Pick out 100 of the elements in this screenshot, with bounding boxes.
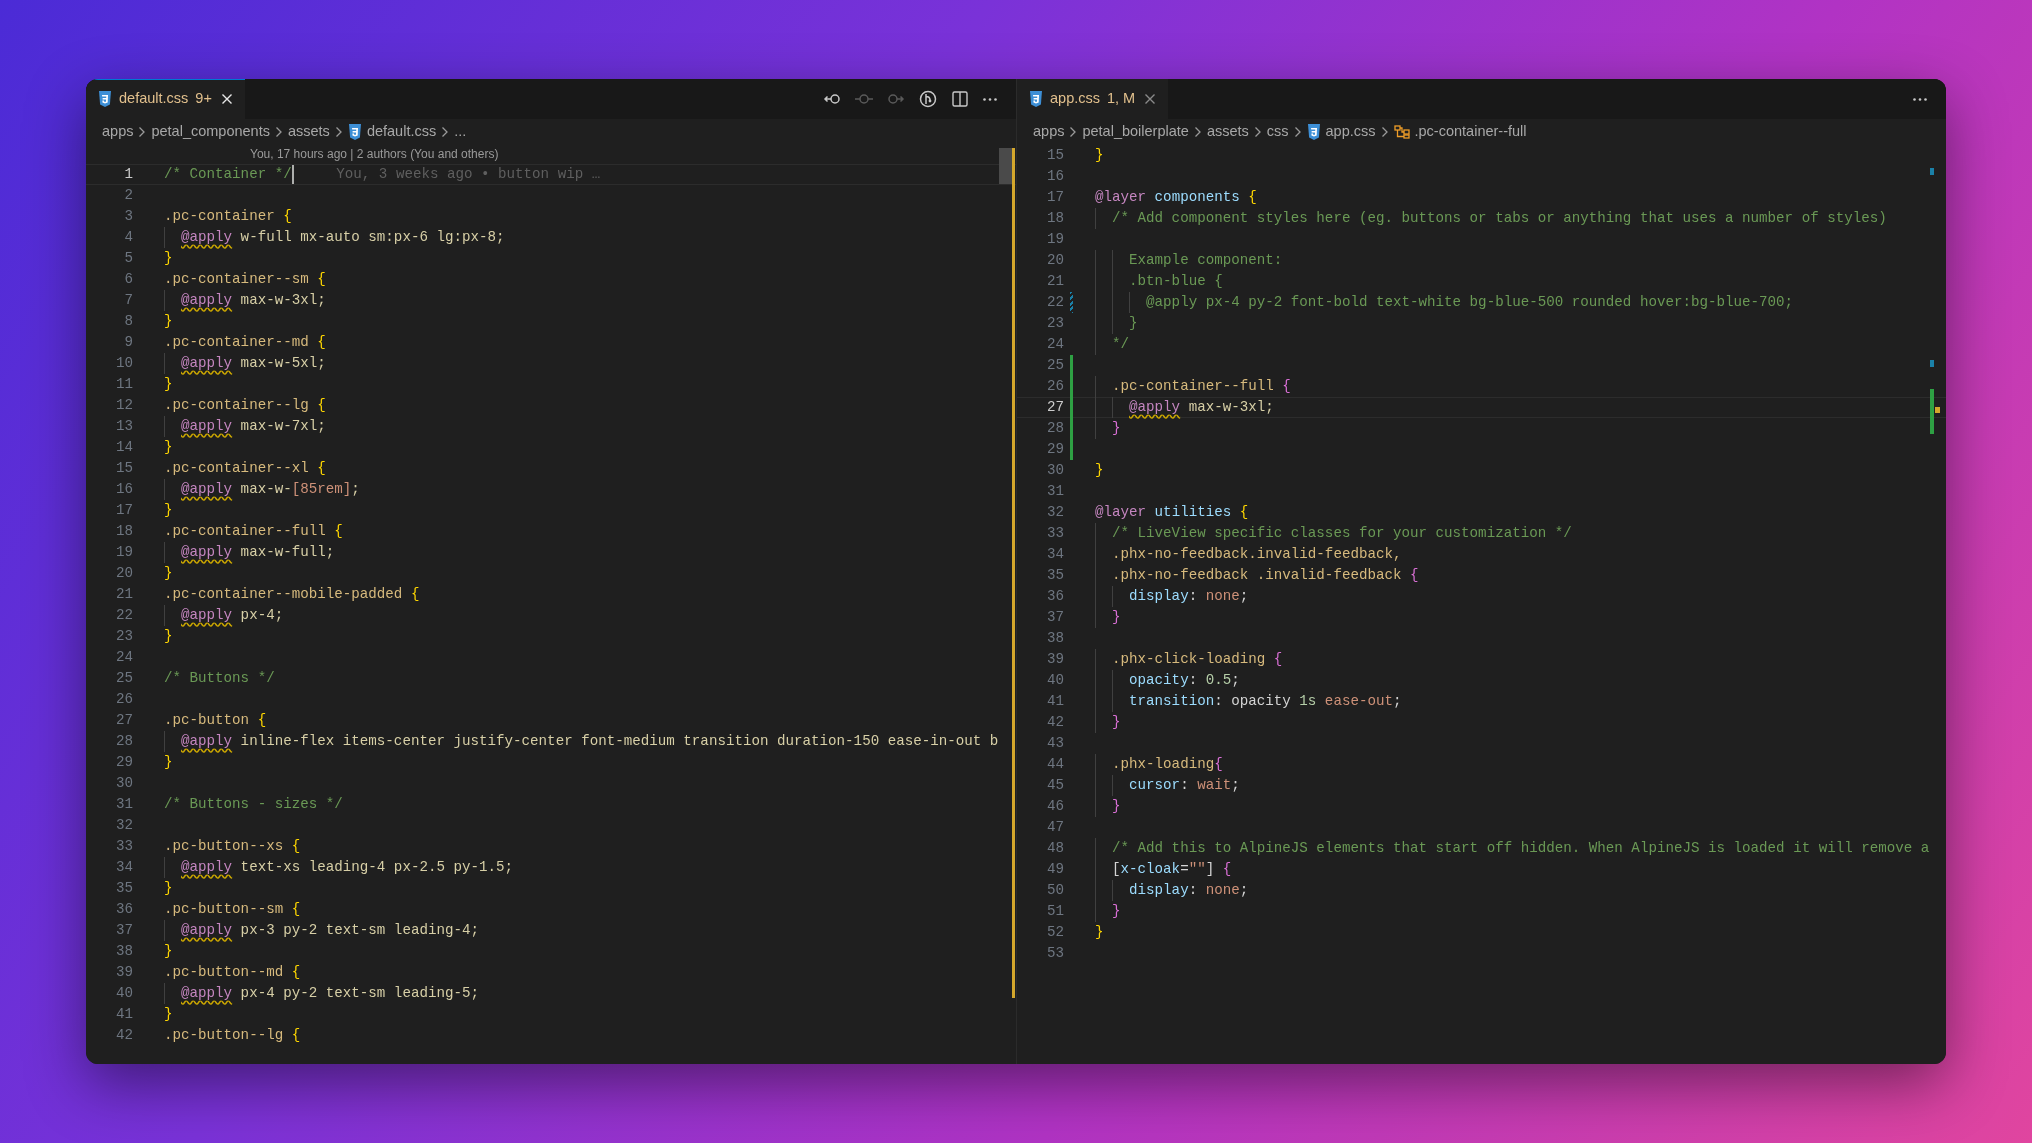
line-number: 15 [114,459,133,478]
code-line: .btn-blue { [1129,272,1223,291]
breadcrumb-item[interactable]: apps [1033,121,1065,143]
line-number: 20 [114,564,133,583]
code-line: /* Add component styles here (eg. buttons or tabs or anything that uses a number of styles) [1112,209,1887,228]
scrollbar-thumb[interactable] [999,148,1013,184]
code-line: /* Container */ [164,165,292,184]
breadcrumb-item[interactable]: apps [102,121,134,143]
line-number: 3 [123,207,133,226]
line-number: 5 [123,249,133,268]
code-line: @apply w-full mx-auto sm:px-6 lg:px-8; [181,228,505,247]
code-line: .pc-button--lg { [164,1026,301,1045]
chevron-icon [1069,126,1078,138]
line-number: 52 [1045,923,1064,942]
code-line: .pc-container--full { [1112,377,1291,396]
line-number: 28 [114,732,133,751]
code-line: } [1112,797,1121,816]
line-number: 35 [1045,566,1064,585]
code-line: .pc-container--full { [164,522,343,541]
line-number: 36 [1045,587,1064,606]
chevron-icon [1193,126,1202,138]
line-number: 25 [114,669,133,688]
code-line: } [164,1005,173,1024]
line-number: 46 [1045,797,1064,816]
breadcrumb-item[interactable]: .pc-container--full [1414,121,1527,143]
close-icon [1144,93,1157,105]
line-number: 6 [123,270,133,289]
code-line: */ [1112,335,1130,354]
code-line: @apply px-4 py-2 text-sm leading-5; [181,984,479,1003]
breadcrumb-item[interactable]: ... [454,121,467,143]
line-number: 34 [1045,545,1064,564]
line-number: 24 [1045,335,1064,354]
line-number: 48 [1045,839,1064,858]
editor-tab[interactable]: default.css 9+ [86,79,245,119]
code-line: [x-cloak=""] { [1112,860,1232,879]
breadcrumb-item[interactable]: app.css [1325,121,1376,143]
code-line: transition: opacity 1s ease-out; [1129,692,1402,711]
line-number: 51 [1045,902,1064,921]
line-number: 33 [114,837,133,856]
code-line: /* Buttons */ [164,669,275,688]
line-number: 47 [1045,818,1064,837]
code-line: } [164,942,173,961]
line-number: 32 [1045,503,1064,522]
line-number: 16 [114,480,133,499]
code-line: display: none; [1129,881,1249,900]
line-number: 11 [114,375,133,394]
line-number: 18 [114,522,133,541]
line-number: 26 [114,690,133,709]
chevron-icon [138,126,147,138]
code-line: } [1095,461,1104,480]
code-line: @apply px-3 py-2 text-sm leading-4; [181,921,479,940]
code-line: .phx-click-loading { [1112,650,1283,669]
breadcrumb-item[interactable]: css [1266,121,1289,143]
line-number: 14 [114,438,133,457]
code-line: } [1112,713,1121,732]
editor-tab[interactable]: app.css 1, M [1017,79,1169,119]
code-line: } [1112,419,1121,438]
css-file-icon [347,124,362,140]
code-line: } [164,753,173,772]
chevron-icon [334,126,343,138]
css-file-icon [98,91,112,107]
line-number: 13 [114,417,133,436]
line-number: 31 [114,795,133,814]
more-icon [1913,97,1927,101]
codelens-text[interactable]: You, 17 hours ago | 2 authors (You and others) [250,147,499,161]
line-number: 10 [114,354,133,373]
line-number: 39 [1045,650,1064,669]
code-line: .pc-button { [164,711,267,730]
diff-marker [1070,292,1073,313]
overview-ruler-mark [1930,168,1934,175]
line-number: 4 [123,228,133,247]
code-line: } [164,375,173,394]
breadcrumb-item[interactable]: petal_components [151,121,270,143]
line-number: 50 [1045,881,1064,900]
line-number: 40 [114,984,133,1003]
code-line: } [1095,146,1104,165]
code-line: @apply inline-flex items-center justify-center font-medium transition duration-150 ease-in-out b [181,732,999,751]
chevron-icon [1253,126,1262,138]
breadcrumb-item[interactable]: default.css [366,121,437,143]
breadcrumb-item[interactable]: assets [1206,121,1249,143]
code-line: .pc-container--mobile-padded { [164,585,420,604]
line-number: 22 [1045,293,1064,312]
line-number: 41 [114,1005,133,1024]
split-editor-icon [951,90,969,108]
line-number: 24 [114,648,133,667]
line-number: 38 [1045,629,1064,648]
line-number: 45 [1045,776,1064,795]
line-number: 20 [1045,251,1064,270]
code-line: /* LiveView specific classes for your customization */ [1112,524,1572,543]
line-number: 40 [1045,671,1064,690]
overview-ruler-mark [1930,360,1934,367]
line-number: 32 [114,816,133,835]
code-line: cursor: wait; [1129,776,1240,795]
line-number: 35 [114,879,133,898]
chevron-icon [441,126,450,138]
breadcrumb-item[interactable]: assets [287,121,330,143]
code-line: /* Buttons - sizes */ [164,795,343,814]
breadcrumb-item[interactable]: petal_boilerplate [1082,121,1189,143]
line-number: 29 [114,753,133,772]
code-line: @apply max-w-[85rem]; [181,480,360,499]
